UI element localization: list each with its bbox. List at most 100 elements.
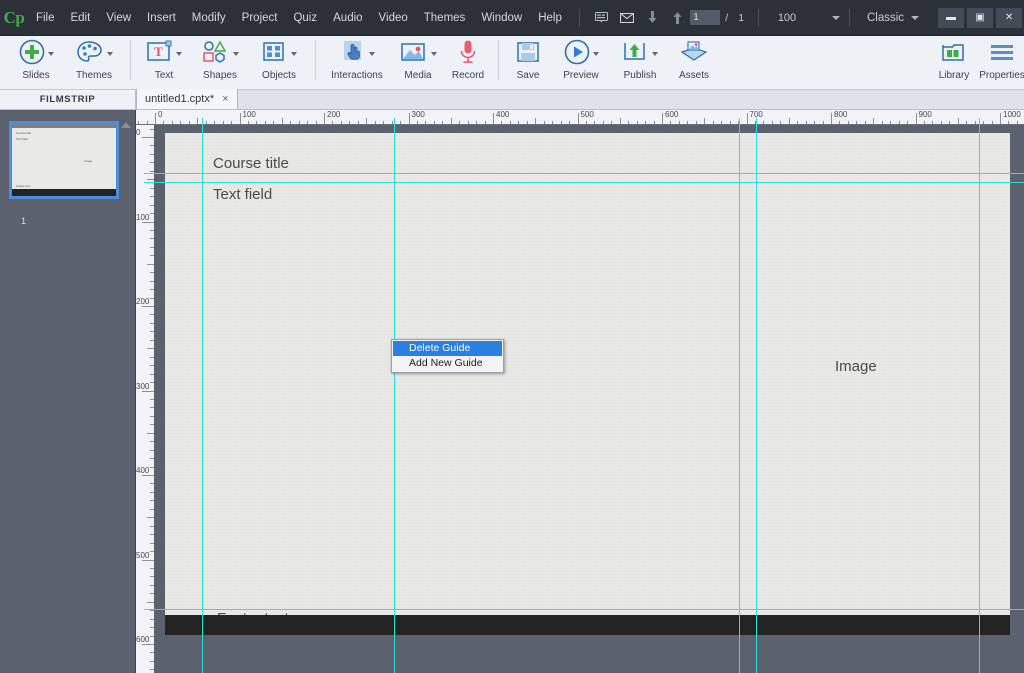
slide-thumbnail-item[interactable]: Course title Text field Image Footer tex… <box>9 121 119 226</box>
ruler-guide-marker <box>394 118 395 125</box>
horizontal-guide[interactable] <box>154 609 1024 610</box>
current-page-input[interactable] <box>690 10 721 25</box>
text-chevron-down-icon[interactable] <box>175 52 182 56</box>
slide-thumbnail-selected[interactable]: Course title Text field Image Footer tex… <box>9 121 119 199</box>
ruler-tick <box>142 390 154 392</box>
menu-item-video[interactable]: Video <box>371 8 416 28</box>
vertical-guide[interactable] <box>739 125 740 673</box>
toolbar-button-media[interactable]: Media <box>392 36 444 81</box>
toolbar-button-shapes[interactable]: Shapes <box>191 36 249 81</box>
menu-item-quiz[interactable]: Quiz <box>285 8 325 28</box>
zoom-level-label[interactable]: 100 <box>778 12 796 24</box>
toolbar-button-preview[interactable]: Preview <box>551 36 611 81</box>
media-image-icon <box>400 40 428 69</box>
slide-canvas[interactable]: Course title Text field Image Footer tex… <box>165 133 1010 635</box>
window-restore-button[interactable]: ▣ <box>967 7 994 28</box>
publish-upload-icon <box>623 40 649 69</box>
toolbar-button-slides[interactable]: Slides <box>8 36 64 81</box>
menu-item-project[interactable]: Project <box>234 8 286 28</box>
slides-chevron-down-icon[interactable] <box>47 52 54 56</box>
ruler-label: 600 <box>665 110 679 119</box>
ruler-label: 500 <box>136 550 150 560</box>
course-title-text[interactable]: Course title <box>213 155 289 172</box>
arrow-up-icon[interactable] <box>671 8 684 28</box>
vertical-guide[interactable] <box>394 125 395 673</box>
window-close-button[interactable]: ✕ <box>996 7 1023 28</box>
window-minimize-button[interactable]: ▬ <box>938 7 965 28</box>
text-box-icon: T <box>146 40 173 69</box>
menu-item-view[interactable]: View <box>98 8 139 28</box>
toolbar-button-library[interactable]: Library <box>928 36 980 81</box>
menu-item-insert[interactable]: Insert <box>139 8 184 28</box>
toolbar-button-assets[interactable]: Assets <box>669 36 719 81</box>
horizontal-guide[interactable] <box>154 173 1024 174</box>
menu-item-themes[interactable]: Themes <box>416 8 474 28</box>
media-chevron-down-icon[interactable] <box>430 52 437 56</box>
thumbnail-text-text-field: Text field <box>16 137 28 141</box>
shapes-chevron-down-icon[interactable] <box>232 52 239 56</box>
document-tab-bar: untitled1.cptx* × <box>136 89 1024 110</box>
horizontal-guide[interactable] <box>154 182 1024 183</box>
slide-number-label: 1 <box>21 216 27 226</box>
menu-item-modify[interactable]: Modify <box>184 8 234 28</box>
ruler-guide-marker <box>144 609 154 610</box>
toolbar-button-objects[interactable]: Objects <box>249 36 309 81</box>
workspace-chevron-down-icon[interactable] <box>911 15 920 20</box>
email-icon[interactable] <box>619 8 634 28</box>
ruler-label: 100 <box>136 212 150 222</box>
publish-chevron-down-icon[interactable] <box>651 52 658 56</box>
page-separator: / <box>725 11 729 24</box>
thumbnail-text-course-title: Course title <box>16 131 32 135</box>
vertical-guide[interactable] <box>756 125 757 673</box>
image-placeholder-text[interactable]: Image <box>835 358 877 375</box>
menu-item-edit[interactable]: Edit <box>62 8 98 28</box>
assets-box-icon <box>680 40 708 69</box>
toolbar-button-properties[interactable]: Properties <box>980 36 1024 81</box>
toolbar-label-text: Text <box>154 70 174 81</box>
close-icon[interactable]: × <box>222 93 228 105</box>
toolbar-button-interactions[interactable]: Interactions <box>322 36 392 81</box>
zoom-chevron-down-icon[interactable] <box>832 15 841 20</box>
interactions-chevron-down-icon[interactable] <box>368 52 375 56</box>
ruler-tick <box>142 644 154 645</box>
closed-caption-icon[interactable] <box>594 8 608 28</box>
workspace-label[interactable]: Classic <box>867 12 904 24</box>
toolbar-button-text[interactable]: T Text <box>137 36 191 81</box>
arrow-down-icon[interactable] <box>646 8 659 28</box>
ruler-tick <box>147 179 154 181</box>
toolbar-button-publish[interactable]: Publish <box>611 36 669 81</box>
context-menu-item-add-new-guide[interactable]: Add New Guide <box>393 356 502 371</box>
menu-item-file[interactable]: File <box>28 8 63 28</box>
slide-canvas-stage[interactable]: Course title Text field Image Footer tex… <box>154 125 1024 673</box>
filmstrip-panel: Course title Text field Image Footer tex… <box>0 110 136 673</box>
ruler-label: 900 <box>918 110 932 119</box>
toolbar-divider-3 <box>498 40 499 80</box>
vertical-guide[interactable] <box>979 125 980 673</box>
thumbnail-text-image: Image <box>84 159 93 163</box>
toolbar-button-record[interactable]: Record <box>444 36 492 81</box>
menu-item-window[interactable]: Window <box>473 8 530 28</box>
toolbar-button-themes[interactable]: Themes <box>64 36 124 81</box>
main-toolbar: Slides Themes T Text Shapes Objects Inte… <box>0 36 1024 90</box>
objects-chevron-down-icon[interactable] <box>290 52 297 56</box>
themes-chevron-down-icon[interactable] <box>106 52 113 56</box>
context-menu-item-delete-guide[interactable]: Delete Guide <box>393 341 502 356</box>
close-icon: ✕ <box>1004 11 1014 23</box>
ruler-label: 200 <box>136 297 150 306</box>
document-tab-label: untitled1.cptx* <box>145 93 215 105</box>
preview-chevron-down-icon[interactable] <box>592 52 599 56</box>
vertical-ruler[interactable]: 0 100 200 300 400 500 600 <box>136 125 154 673</box>
toolbar-label-publish: Publish <box>623 70 657 81</box>
menu-item-audio[interactable]: Audio <box>325 8 370 28</box>
ruler-tick <box>147 517 154 519</box>
scroll-up-icon[interactable] <box>121 122 131 128</box>
menu-item-help[interactable]: Help <box>530 8 570 28</box>
toolbar-button-save[interactable]: Save <box>505 36 551 81</box>
document-tab[interactable]: untitled1.cptx* × <box>136 89 238 109</box>
ruler-tick <box>142 306 154 307</box>
guide-context-menu[interactable]: Delete Guide Add New Guide <box>391 339 504 373</box>
thumbnail-top-band <box>12 124 116 128</box>
text-field-text[interactable]: Text field <box>213 186 272 203</box>
vertical-guide[interactable] <box>202 125 203 673</box>
horizontal-ruler[interactable]: 0 100 200 300 400 500 600 700 800 900 1000 <box>136 110 1024 125</box>
